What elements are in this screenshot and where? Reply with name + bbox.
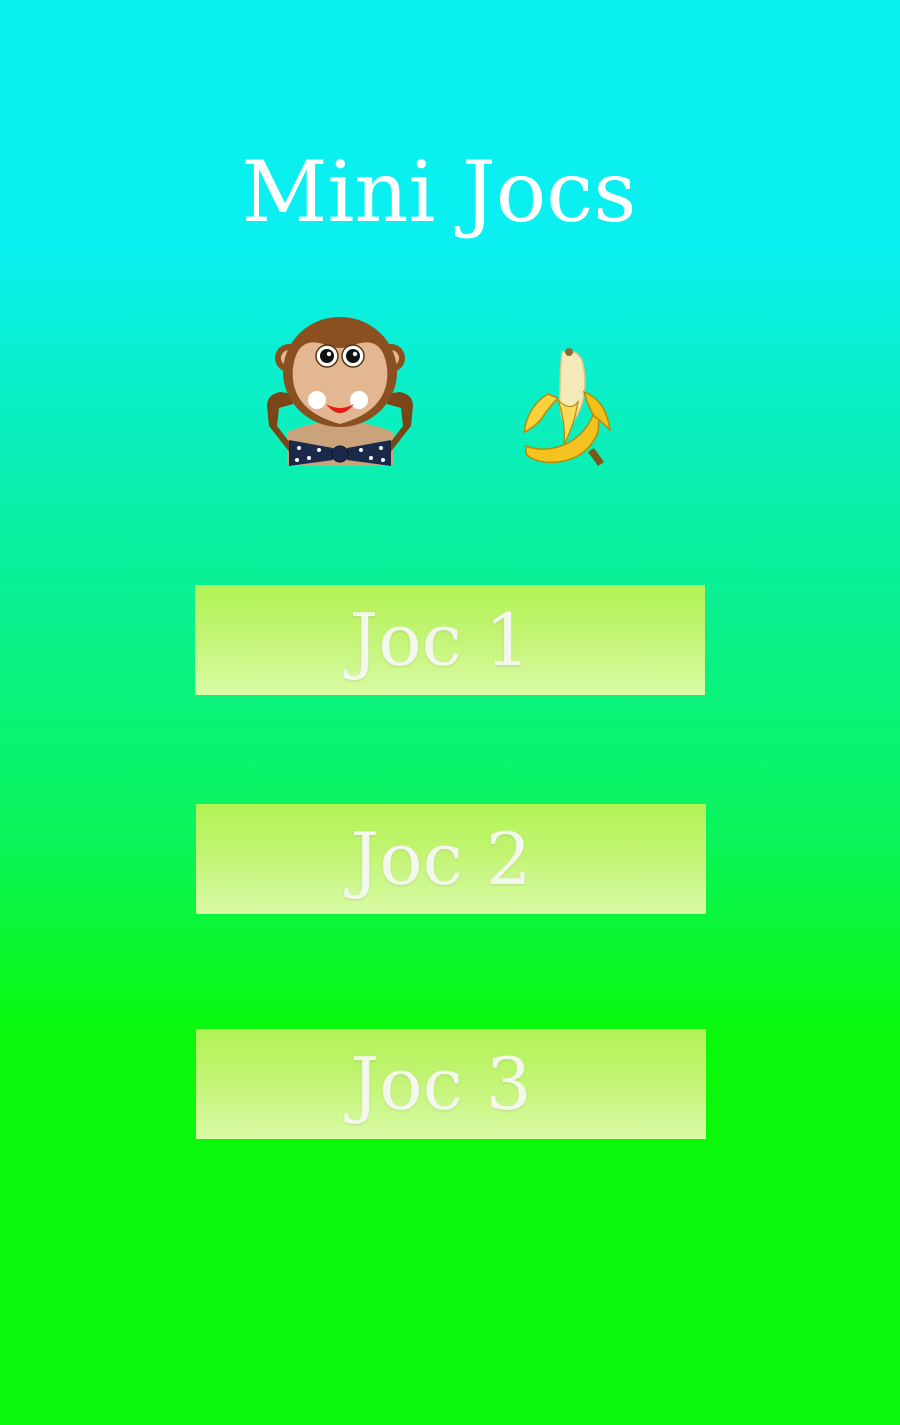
game-1-button[interactable]: Joc 1	[195, 585, 705, 695]
banana-icon	[523, 348, 612, 466]
game-3-label: Joc 3	[350, 1042, 532, 1126]
game-2-label: Joc 2	[350, 817, 532, 901]
page-title: Mini Jocs	[241, 143, 637, 241]
game-2-button[interactable]: Joc 2	[196, 804, 706, 914]
monkey-icon	[267, 317, 413, 466]
game-1-label: Joc 1	[349, 598, 531, 682]
game-3-button[interactable]: Joc 3	[196, 1029, 706, 1139]
